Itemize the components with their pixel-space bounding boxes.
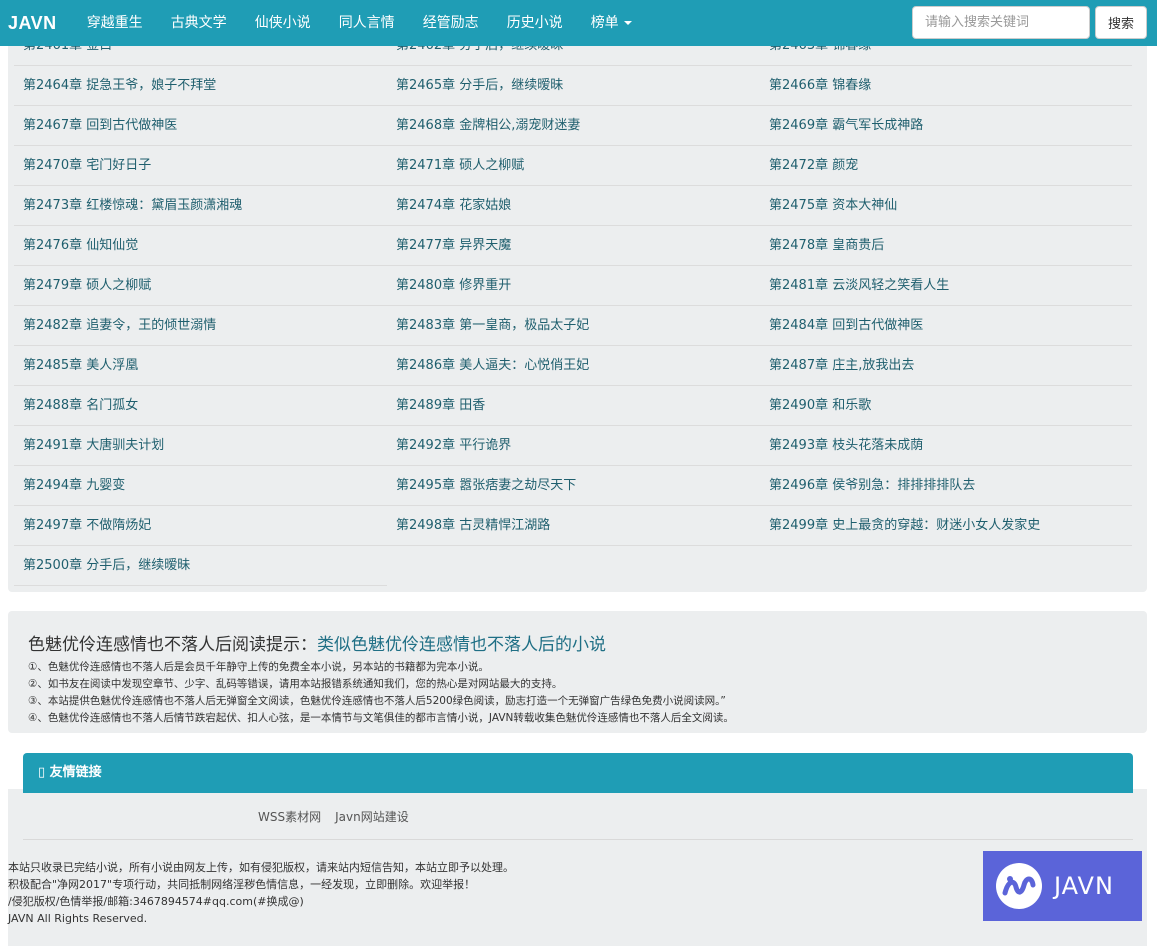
- chapter-link[interactable]: 第2482章 追妻令，王的倾世溺情: [14, 306, 387, 346]
- chapter-link[interactable]: 第2491章 大唐驯夫计划: [14, 426, 387, 466]
- nav-link-tongren[interactable]: 同人言情: [325, 0, 409, 46]
- chapter-link[interactable]: 第2488章 名门孤女: [14, 386, 387, 426]
- logo-mark-icon: [996, 863, 1042, 909]
- nav-link-gudian[interactable]: 古典文学: [157, 0, 241, 46]
- nav-links: 穿越重生 古典文学 仙侠小说 同人言情 经管励志 历史小说 榜单: [73, 0, 646, 46]
- site-logo-badge[interactable]: JAVN: [983, 851, 1142, 921]
- chapter-link[interactable]: 第2487章 庄主,放我出去: [760, 346, 1132, 386]
- chapter-link[interactable]: 第2498章 古灵精悍江湖路: [387, 506, 760, 546]
- chapter-link[interactable]: 第2479章 硕人之柳赋: [14, 266, 387, 306]
- chapter-link[interactable]: 第2470章 宅门好日子: [14, 146, 387, 186]
- chapter-link[interactable]: 第2490章 和乐歌: [760, 386, 1132, 426]
- chapter-grid: 第2461章 金白第2462章 分手后，继续暧昧第2463章 锦春缘第2464章…: [14, 26, 1132, 586]
- chapter-link[interactable]: 第2478章 皇商贵后: [760, 226, 1132, 266]
- chapter-link[interactable]: 第2484章 回到古代做神医: [760, 306, 1132, 346]
- nav-dropdown-label: 榜单: [590, 15, 619, 31]
- chapter-link[interactable]: 第2480章 修界重开: [387, 266, 760, 306]
- brand-logo[interactable]: JAVN: [0, 13, 73, 34]
- chapter-link[interactable]: 第2477章 异界天魔: [387, 226, 760, 266]
- top-navbar: JAVN 穿越重生 古典文学 仙侠小说 同人言情 经管励志 历史小说 榜单 搜索: [0, 0, 1157, 46]
- footer-line: 本站只收录已完结小说，所有小说由网友上传，如有侵犯版权，请来站内短信告知，本站立…: [8, 861, 514, 874]
- chapter-link[interactable]: 第2481章 云淡风轻之笑看人生: [760, 266, 1132, 306]
- divider: [23, 839, 1133, 840]
- chapter-link[interactable]: 第2493章 枝头花落未成荫: [760, 426, 1132, 466]
- friend-link-javn[interactable]: Javn网站建设: [335, 808, 409, 825]
- tip-item: ④、色魅优伶连感情也不落人后情节跌宕起伏、扣人心弦，是一本情节与文笔俱佳的都市言…: [28, 712, 734, 724]
- reading-tips-panel: 色魅优伶连感情也不落人后阅读提示：类似色魅优伶连感情也不落人后的小说 ①、色魅优…: [8, 611, 1147, 733]
- friend-links: WSS素材网 Javn网站建设: [258, 808, 409, 825]
- chapter-link[interactable]: 第2495章 嚣张痞妻之劫尽天下: [387, 466, 760, 506]
- chapter-link[interactable]: 第2489章 田香: [387, 386, 760, 426]
- footer-text: 本站只收录已完结小说，所有小说由网友上传，如有侵犯版权，请来站内短信告知，本站立…: [8, 859, 514, 927]
- chapter-link[interactable]: 第2500章 分手后，继续暧昧: [14, 546, 387, 586]
- chapter-link[interactable]: 第2467章 回到古代做神医: [14, 106, 387, 146]
- chapter-link[interactable]: 第2485章 美人浮凰: [14, 346, 387, 386]
- nav-link-xianxia[interactable]: 仙侠小说: [241, 0, 325, 46]
- chapter-link[interactable]: 第2486章 美人逼夫：心悦俏王妃: [387, 346, 760, 386]
- friend-links-header: ▯ 友情链接: [23, 753, 1133, 793]
- chapter-link[interactable]: 第2464章 捉急王爷，娘子不拜堂: [14, 66, 387, 106]
- search-button[interactable]: 搜索: [1095, 6, 1147, 39]
- tips-title-prefix: 色魅优伶连感情也不落人后阅读提示：: [28, 635, 317, 655]
- friend-links-title: 友情链接: [45, 765, 102, 780]
- tips-title: 色魅优伶连感情也不落人后阅读提示：类似色魅优伶连感情也不落人后的小说: [28, 630, 606, 655]
- nav-link-jingguan[interactable]: 经管励志: [409, 0, 493, 46]
- chapter-link[interactable]: 第2483章 第一皇商，极品太子妃: [387, 306, 760, 346]
- chapter-link[interactable]: 第2469章 霸气军长成神路: [760, 106, 1132, 146]
- chapter-link[interactable]: 第2492章 平行诡界: [387, 426, 760, 466]
- chapter-link[interactable]: 第2466章 锦春缘: [760, 66, 1132, 106]
- tip-item: ①、色魅优伶连感情也不落人后是会员千年静守上传的免费全本小说，另本站的书籍都为完…: [28, 661, 489, 673]
- chapter-link[interactable]: 第2497章 不做隋炀妃: [14, 506, 387, 546]
- friend-link-wss[interactable]: WSS素材网: [258, 808, 321, 825]
- chapter-link[interactable]: 第2474章 花家姑娘: [387, 186, 760, 226]
- tip-item: ②、如书友在阅读中发现空章节、少字、乱码等错误，请用本站报错系统通知我们，您的热…: [28, 678, 563, 690]
- chapter-link[interactable]: 第2476章 仙知仙觉: [14, 226, 387, 266]
- footer-line: /侵犯版权/色情举报/邮箱:3467894574#qq.com(#换成@): [8, 895, 304, 908]
- chapter-list-panel: 第2461章 金白第2462章 分手后，继续暧昧第2463章 锦春缘第2464章…: [8, 26, 1147, 592]
- chapter-link[interactable]: 第2465章 分手后，继续暧昧: [387, 66, 760, 106]
- chapter-link[interactable]: 第2468章 金牌相公,溺宠财迷妻: [387, 106, 760, 146]
- chapter-link[interactable]: 第2473章 红楼惊魂：黛眉玉颜潇湘魂: [14, 186, 387, 226]
- friend-links-panel: WSS素材网 Javn网站建设 本站只收录已完结小说，所有小说由网友上传，如有侵…: [8, 789, 1147, 946]
- nav-link-lishi[interactable]: 历史小说: [493, 0, 577, 46]
- chapter-link[interactable]: 第2494章 九婴变: [14, 466, 387, 506]
- chapter-link[interactable]: 第2472章 颜宠: [760, 146, 1132, 186]
- chapter-link[interactable]: 第2499章 史上最贪的穿越：财迷小女人发家史: [760, 506, 1132, 546]
- nav-dropdown-bangdan[interactable]: 榜单: [577, 0, 646, 46]
- caret-down-icon: [623, 21, 632, 25]
- tips-list: ①、色魅优伶连感情也不落人后是会员千年静守上传的免费全本小说，另本站的书籍都为完…: [28, 659, 734, 727]
- search-input[interactable]: [912, 6, 1090, 39]
- chapter-link[interactable]: 第2475章 资本大神仙: [760, 186, 1132, 226]
- footer-line: JAVN All Rights Reserved.: [8, 912, 148, 925]
- nav-link-chuanyue[interactable]: 穿越重生: [73, 0, 157, 46]
- chapter-link[interactable]: 第2471章 硕人之柳赋: [387, 146, 760, 186]
- logo-text: JAVN: [1054, 872, 1114, 900]
- footer-line: 积极配合"净网2017"专项行动，共同抵制网络淫秽色情信息，一经发现，立即删除。…: [8, 878, 476, 891]
- chapter-link[interactable]: 第2496章 侯爷别急：排排排排队去: [760, 466, 1132, 506]
- tip-item: ③、本站提供色魅优伶连感情也不落人后无弹窗全文阅读，色魅优伶连感情也不落人后52…: [28, 695, 726, 707]
- logo-swirl-icon: [1002, 876, 1036, 896]
- similar-novels-link[interactable]: 类似色魅优伶连感情也不落人后的小说: [317, 635, 606, 655]
